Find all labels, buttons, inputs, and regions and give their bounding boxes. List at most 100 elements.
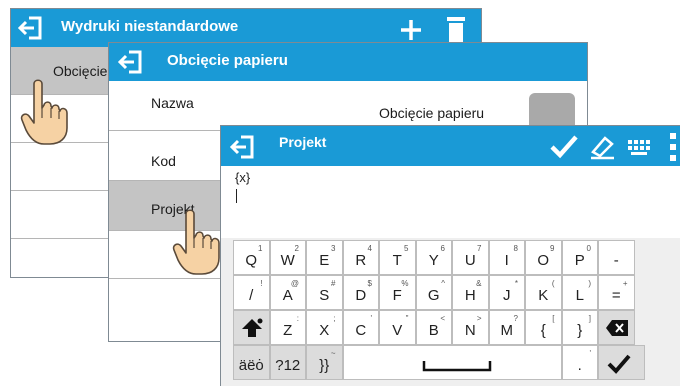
key[interactable]: C '	[342, 310, 379, 345]
key[interactable]: X;	[306, 310, 343, 345]
key-label: =	[611, 287, 621, 304]
key-label: C	[355, 322, 367, 339]
key-label: T	[392, 252, 402, 269]
key-secondary-label: !	[260, 279, 263, 288]
title-bar: Obcięcie papieru	[109, 43, 587, 81]
key[interactable]: R4	[342, 240, 379, 275]
field-label: Nazwa	[151, 95, 194, 111]
key-secondary-label: %	[401, 279, 409, 288]
backspace-key[interactable]	[598, 310, 635, 345]
plus-icon[interactable]	[399, 18, 423, 42]
key-label: S	[319, 287, 330, 304]
key[interactable]: B <	[415, 310, 452, 345]
key-label: X	[319, 322, 330, 339]
brackets-key[interactable]: }} ~	[306, 345, 343, 380]
key-label: R	[355, 252, 367, 269]
accents-key[interactable]: äëȯ	[233, 345, 270, 380]
key[interactable]: K(	[525, 275, 562, 310]
key[interactable]: L)	[561, 275, 598, 310]
key[interactable]: -	[598, 240, 635, 275]
key[interactable]: N >	[452, 310, 489, 345]
key[interactable]: O9	[525, 240, 562, 275]
key-label: W	[280, 252, 295, 269]
key-label: F	[392, 287, 402, 304]
key[interactable]: J *	[488, 275, 525, 310]
enter-key[interactable]	[598, 345, 645, 380]
key[interactable]: H &	[452, 275, 489, 310]
space-key[interactable]	[342, 345, 562, 380]
key[interactable]: D $	[342, 275, 379, 310]
hand-pointer-icon	[20, 79, 68, 145]
key[interactable]: Y6	[415, 240, 452, 275]
text-area[interactable]: {x}	[221, 166, 680, 238]
key[interactable]: M?	[488, 310, 525, 345]
key-label: /	[249, 287, 254, 304]
back-icon[interactable]	[229, 134, 257, 160]
numbers-key[interactable]: ?12	[269, 345, 306, 380]
key-secondary-label: "	[405, 314, 409, 323]
key[interactable]: T5	[379, 240, 416, 275]
key[interactable]: F%	[379, 275, 416, 310]
back-icon[interactable]	[17, 15, 45, 41]
key[interactable]: Z:	[269, 310, 306, 345]
key[interactable]: W2	[269, 240, 306, 275]
key-label: P	[574, 252, 585, 269]
key[interactable]: P0	[561, 240, 598, 275]
key[interactable]: G ^	[415, 275, 452, 310]
key[interactable]: U7	[452, 240, 489, 275]
field-row-name[interactable]: Nazwa Obcięcie papieru	[109, 81, 587, 135]
key-secondary-label: )	[588, 279, 591, 288]
field-value: Obcięcie papieru	[379, 105, 485, 121]
key-secondary-label: (	[551, 279, 555, 288]
key-secondary-label: :	[296, 314, 299, 323]
text-line: {x}	[235, 170, 251, 185]
key[interactable]: I8	[488, 240, 525, 275]
hand-pointer-icon	[172, 209, 220, 275]
key-label: Q	[245, 252, 258, 269]
window-project-editor: Projekt {x} Q 1 W 2 E 3 R 4 T 5 Y 6 U 7 I 8 O 9 P 0- /! A @ S # D…	[220, 125, 680, 386]
key[interactable]: Q1	[233, 240, 270, 275]
key-label: -	[613, 252, 619, 269]
key-secondary-label: ;	[333, 314, 336, 323]
key[interactable]: }]	[561, 310, 598, 345]
key-label: D	[355, 287, 367, 304]
keyboard-icon[interactable]	[627, 138, 653, 158]
key-secondary-label: #	[331, 279, 336, 288]
key-secondary-label: @	[290, 279, 299, 288]
key-secondary-label: *	[514, 279, 518, 288]
check-icon[interactable]	[549, 134, 579, 160]
shift-key[interactable]	[233, 310, 270, 345]
more-vertical-icon[interactable]	[669, 132, 677, 162]
key-secondary-label: ?	[513, 314, 518, 323]
key[interactable]: = +	[598, 275, 635, 310]
key-secondary-label: 1	[258, 244, 263, 253]
key-label: V	[392, 322, 403, 339]
key[interactable]: /!	[233, 275, 270, 310]
backspace-icon	[606, 320, 628, 336]
window-title: Wydruki niestandardowe	[61, 18, 239, 35]
key-secondary-label: +	[622, 279, 628, 288]
key-secondary-label: >	[476, 314, 482, 323]
key-label: L	[575, 287, 584, 304]
shift-icon	[242, 318, 263, 337]
key-label: }	[577, 322, 583, 339]
key-secondary-label: [	[552, 314, 555, 323]
trash-icon[interactable]	[445, 15, 467, 43]
key[interactable]: E3	[306, 240, 343, 275]
list-item-label: Obcięcie	[53, 63, 108, 79]
key[interactable]: V "	[379, 310, 416, 345]
back-icon[interactable]	[117, 49, 145, 75]
key[interactable]: A @	[269, 275, 306, 310]
key-secondary-label: 2	[294, 244, 299, 253]
eraser-icon[interactable]	[587, 134, 617, 160]
space-icon	[422, 361, 491, 372]
key-label: Z	[283, 322, 293, 339]
key-secondary-label: ^	[441, 279, 445, 288]
key[interactable]: S #	[306, 275, 343, 310]
key[interactable]: {[	[525, 310, 562, 345]
title-bar: Projekt	[221, 126, 680, 166]
check-icon	[607, 354, 631, 374]
period-key[interactable]: . '	[561, 345, 598, 380]
key-label: äëȯ	[238, 357, 264, 374]
key-label: ?12	[275, 357, 301, 374]
